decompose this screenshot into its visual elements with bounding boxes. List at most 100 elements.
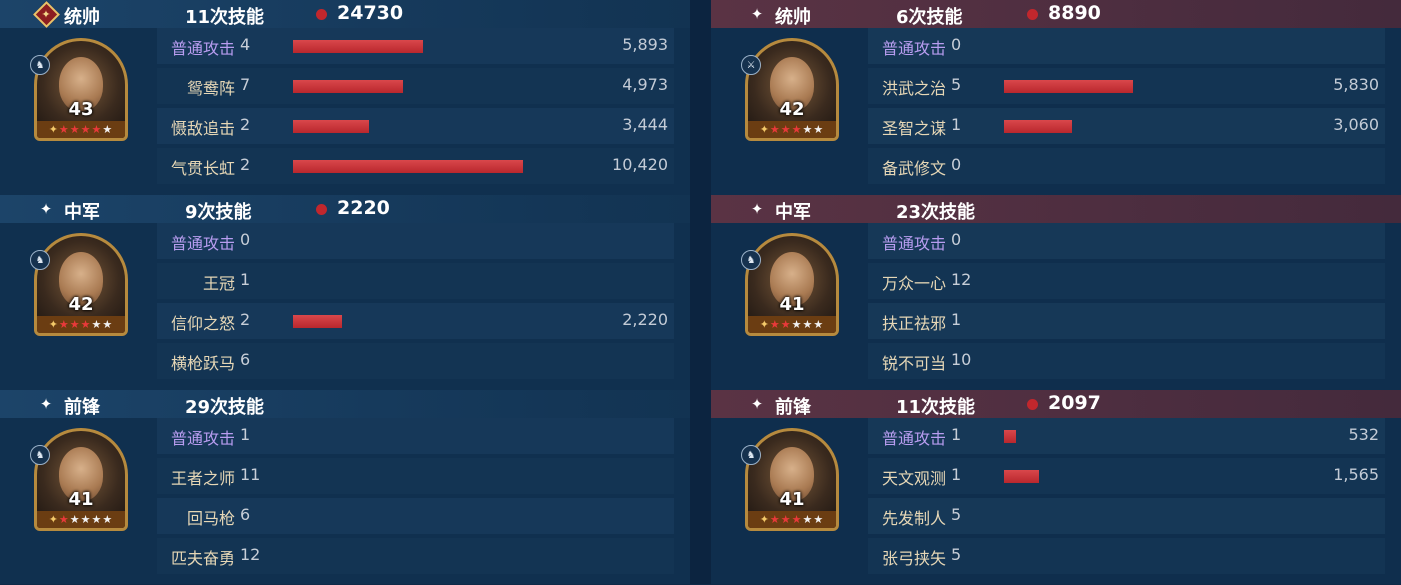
star-icon: ★ [791,318,803,331]
right-section-commander: ✦ 统帅 6次技能 8890 42 ✦★★★★★ ⚔ 普通攻击 0 洪武之治 5 5,830 圣智之谋 1… [711,0,1401,195]
hero-portrait[interactable]: 41 ✦★★★★★ [745,428,839,531]
role-label: 统帅 [775,7,811,28]
skill-count: 6次技能 [896,7,963,28]
skill-uses: 2 [240,155,251,174]
rank-mark-icon: ✦ [48,123,59,136]
skill-uses: 1 [240,425,251,444]
skill-uses: 6 [240,505,251,524]
hero-portrait[interactable]: 41 ✦★★★★★ [745,233,839,336]
star-icon: ★ [91,513,103,526]
hero-level: 43 [68,99,94,120]
skill-count: 23次技能 [896,202,976,223]
right-team-panel: ✦ 统帅 6次技能 8890 42 ✦★★★★★ ⚔ 普通攻击 0 洪武之治 5 5,830 圣智之谋 1… [711,0,1401,584]
skill-row: 备武修文 0 [868,148,1385,184]
skill-row: 普通攻击 1 532 [868,418,1385,454]
hero-portrait[interactable]: 42 ✦★★★★★ [34,233,128,336]
skill-uses: 1 [951,425,962,444]
hero-portrait[interactable]: 42 ✦★★★★★ [745,38,839,141]
star-icon: ★ [780,513,792,526]
skill-uses: 1 [951,115,962,134]
star-icon: ★ [58,123,70,136]
star-icon: ★ [102,123,114,136]
role-label: 中军 [64,202,100,223]
damage-bar [1004,430,1016,443]
skill-name: 普通攻击 [881,429,946,448]
skill-row: 万众一心 12 [868,263,1385,299]
skill-name: 横枪跃马 [170,354,235,373]
star-icon: ★ [780,318,792,331]
skill-name: 匹夫奋勇 [170,549,235,568]
damage-dot-icon [316,204,327,215]
skill-row: 信仰之怒 2 2,220 [157,303,674,339]
skill-name: 信仰之怒 [170,314,235,333]
hero-level: 42 [779,99,805,120]
damage-total: 8890 [1048,2,1101,24]
skill-row: 回马枪 6 [157,498,674,534]
skill-name: 备武修文 [881,159,946,178]
star-icon: ★ [91,123,103,136]
role-label: 前锋 [775,397,811,418]
rank-mark-icon: ✦ [759,513,770,526]
skill-name: 气贯长虹 [170,159,235,178]
mount-icon: ♞ [741,250,761,270]
star-icon: ★ [780,123,792,136]
skill-name: 扶正祛邪 [881,314,946,333]
damage-value: 4,973 [622,75,668,94]
hero-stars: ✦★★★★★ [37,121,125,138]
skill-uses: 0 [951,155,962,174]
skill-uses: 0 [951,35,962,54]
damage-total: 2220 [337,197,390,219]
damage-value: 532 [1348,425,1379,444]
sparkle-icon: ✦ [750,200,764,218]
skill-name: 回马枪 [186,509,235,528]
skill-name: 鸳鸯阵 [186,79,235,98]
star-icon: ★ [69,513,81,526]
commander-diamond-icon: ✦ [36,4,56,24]
damage-dot-icon [1027,399,1038,410]
skill-row: 扶正祛邪 1 [868,303,1385,339]
star-icon: ★ [80,123,92,136]
left-section-center: ✦ 中军 9次技能 2220 42 ✦★★★★★ ♞ 普通攻击 0 王冠 1 信仰之怒 2 2,220 横枪… [0,195,690,390]
skill-row: 普通攻击 1 [157,418,674,454]
skill-uses: 1 [951,310,962,329]
skill-uses: 6 [240,350,251,369]
sparkle-icon: ✦ [39,395,53,413]
right-section-center: ✦ 中军 23次技能 41 ✦★★★★★ ♞ 普通攻击 0 万众一心 12 扶正祛邪 1 锐不可当 10 [711,195,1401,390]
left-section-vanguard: ✦ 前锋 29次技能 41 ✦★★★★★ ♞ 普通攻击 1 王者之师 11 回马枪 6 匹夫奋勇 12 [0,390,690,585]
skill-name: 锐不可当 [881,354,946,373]
skill-row: 圣智之谋 1 3,060 [868,108,1385,144]
hero-portrait[interactable]: 41 ✦★★★★★ [34,428,128,531]
left-section-commander: ✦ 统帅 11次技能 24730 43 ✦★★★★★ ♞ 普通攻击 4 5,893 鸳鸯阵 7 4,97… [0,0,690,195]
flag-glyph: ✦ [41,7,51,21]
skill-count: 11次技能 [185,7,265,28]
section-header: ✦ 前锋 29次技能 [0,390,690,418]
skill-uses: 1 [240,270,251,289]
skill-uses: 0 [240,230,251,249]
skill-uses: 1 [951,465,962,484]
star-icon: ★ [813,513,825,526]
skill-name: 万众一心 [881,274,946,293]
star-icon: ★ [769,513,781,526]
rank-mark-icon: ✦ [48,513,59,526]
damage-value: 10,420 [612,155,668,174]
right-section-vanguard: ✦ 前锋 11次技能 2097 41 ✦★★★★★ ♞ 普通攻击 1 532 天文观测 1 1,565 先… [711,390,1401,585]
skill-row: 洪武之治 5 5,830 [868,68,1385,104]
damage-total: 24730 [337,2,404,24]
section-header: ✦ 中军 23次技能 [711,195,1401,223]
skill-uses: 5 [951,505,962,524]
skill-row: 普通攻击 0 [868,28,1385,64]
battle-report: ✦ 统帅 11次技能 24730 43 ✦★★★★★ ♞ 普通攻击 4 5,893 鸳鸯阵 7 4,97… [0,0,1401,584]
skill-count: 11次技能 [896,397,976,418]
skill-row: 锐不可当 10 [868,343,1385,379]
star-icon: ★ [69,123,81,136]
damage-bar [293,120,369,133]
skill-row: 普通攻击 0 [868,223,1385,259]
skill-name: 王者之师 [170,469,235,488]
hero-stars: ✦★★★★★ [748,121,836,138]
panel-divider [690,0,711,584]
hero-portrait[interactable]: 43 ✦★★★★★ [34,38,128,141]
mount-icon: ♞ [30,445,50,465]
skill-uses: 2 [240,115,251,134]
damage-bar [1004,470,1039,483]
left-team-panel: ✦ 统帅 11次技能 24730 43 ✦★★★★★ ♞ 普通攻击 4 5,893 鸳鸯阵 7 4,97… [0,0,690,584]
